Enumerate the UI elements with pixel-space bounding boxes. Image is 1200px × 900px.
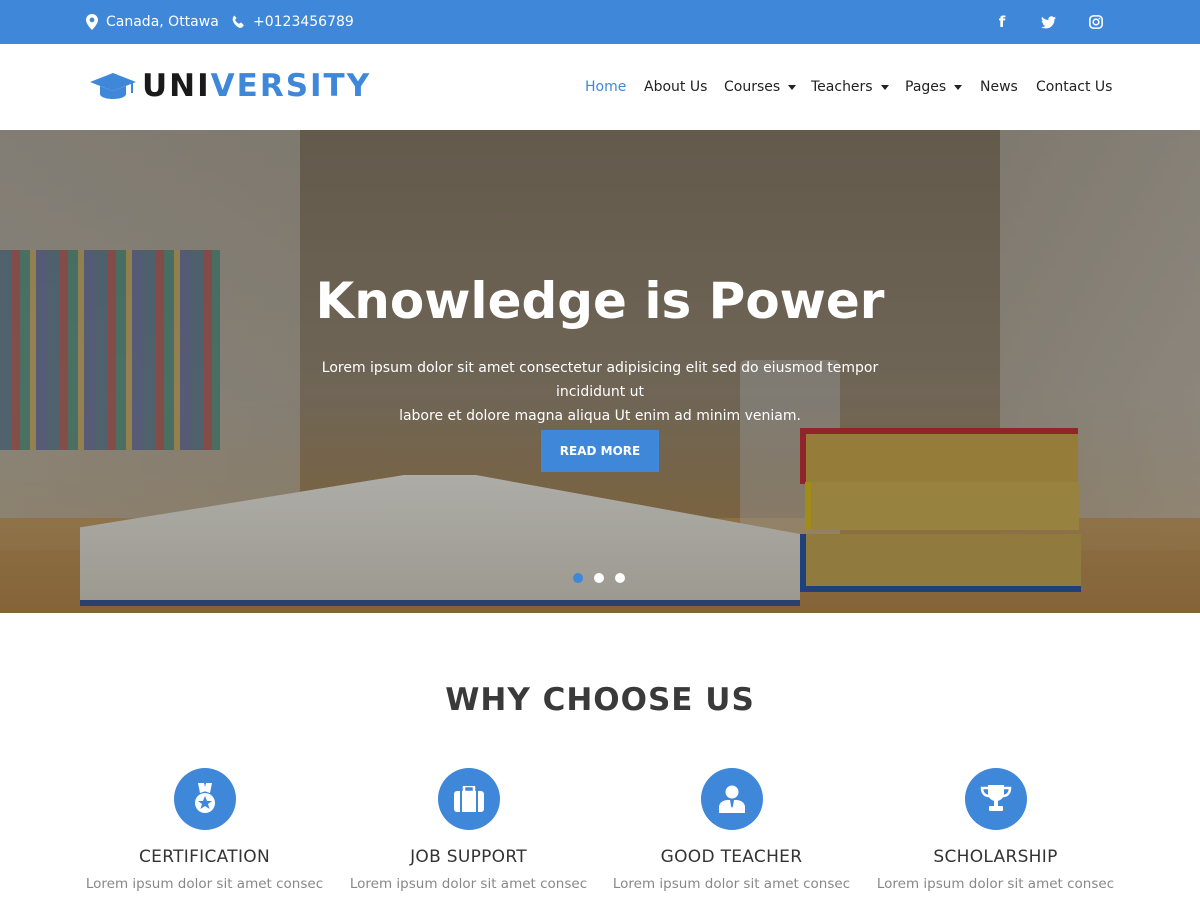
- logo-text-primary: UNI: [142, 68, 211, 104]
- nav-label: News: [980, 79, 1018, 95]
- feature-description: Lorem ipsum dolor sit amet consec: [612, 876, 851, 892]
- feature-title: CERTIFICATION: [139, 847, 270, 867]
- nav-teachers[interactable]: Teachers: [811, 44, 889, 130]
- facebook-icon: f: [998, 13, 1006, 31]
- feature-good-teacher: GOOD TEACHER Lorem ipsum dolor sit amet …: [600, 768, 863, 892]
- phone-info[interactable]: +0123456789: [231, 0, 354, 44]
- phone-text: +0123456789: [253, 14, 354, 30]
- feature-title: SCHOLARSHIP: [933, 847, 1058, 867]
- instagram-link[interactable]: [1084, 0, 1108, 44]
- site-header: UNI VERSITY Home About Us Courses Teacher…: [0, 44, 1200, 130]
- phone-icon: [232, 15, 244, 28]
- nav-contact-us[interactable]: Contact Us: [1036, 44, 1112, 130]
- medal-icon: [194, 783, 215, 813]
- feature-icon-circle: [437, 768, 500, 830]
- nav-label: Contact Us: [1036, 79, 1113, 95]
- feature-title: JOB SUPPORT: [410, 847, 527, 867]
- hero-title: Knowledge is Power: [315, 272, 885, 330]
- map-pin-icon: [86, 14, 98, 30]
- nav-about-us[interactable]: About Us: [644, 44, 707, 130]
- site-logo[interactable]: UNI VERSITY: [90, 66, 371, 106]
- feature-icon-circle: [964, 768, 1027, 830]
- hero-subtitle: Lorem ipsum dolor sit amet consectetur a…: [300, 356, 900, 428]
- slider-dot[interactable]: [573, 573, 583, 583]
- teacher-icon: [718, 785, 745, 813]
- chevron-down-icon: [788, 84, 797, 90]
- chevron-down-icon: [880, 84, 889, 90]
- feature-icon-circle: [173, 768, 236, 830]
- read-more-button[interactable]: READ MORE: [541, 430, 659, 472]
- hero-slider: Knowledge is Power Lorem ipsum dolor sit…: [0, 130, 1200, 613]
- top-bar: Canada, Ottawa +0123456789 f: [0, 0, 1200, 44]
- chevron-down-icon: [954, 84, 963, 90]
- location-text: Canada, Ottawa: [106, 14, 219, 30]
- feature-icon-circle: [700, 768, 763, 830]
- facebook-link[interactable]: f: [990, 0, 1014, 44]
- feature-description: Lorem ipsum dolor sit amet consec: [349, 876, 588, 892]
- hero-subtitle-line: labore et dolore magna aliqua Ut enim ad…: [399, 408, 801, 424]
- twitter-link[interactable]: [1036, 0, 1060, 44]
- feature-job-support: JOB SUPPORT Lorem ipsum dolor sit amet c…: [337, 768, 600, 892]
- twitter-icon: [1040, 15, 1056, 28]
- slider-pagination: [573, 573, 636, 583]
- feature-certification: CERTIFICATION Lorem ipsum dolor sit amet…: [73, 768, 336, 892]
- nav-label: Teachers: [811, 79, 873, 95]
- nav-pages[interactable]: Pages: [905, 44, 963, 130]
- nav-label: Home: [585, 79, 627, 95]
- nav-label: Pages: [905, 79, 947, 95]
- nav-label: Courses: [724, 79, 781, 95]
- nav-news[interactable]: News: [980, 44, 1018, 130]
- logo-text-accent: VERSITY: [210, 68, 372, 104]
- slider-dot[interactable]: [594, 573, 604, 583]
- nav-label: About Us: [644, 79, 708, 95]
- nav-home[interactable]: Home: [585, 44, 626, 130]
- location-info: Canada, Ottawa: [86, 0, 219, 44]
- feature-scholarship: SCHOLARSHIP Lorem ipsum dolor sit amet c…: [864, 768, 1127, 892]
- hero-subtitle-line: Lorem ipsum dolor sit amet consectetur a…: [321, 360, 879, 400]
- slider-dot[interactable]: [615, 573, 625, 583]
- section-title: WHY CHOOSE US: [445, 682, 755, 718]
- feature-description: Lorem ipsum dolor sit amet consec: [85, 876, 324, 892]
- graduation-cap-icon: [90, 73, 136, 99]
- feature-description: Lorem ipsum dolor sit amet consec: [876, 876, 1115, 892]
- feature-title: GOOD TEACHER: [660, 847, 803, 867]
- instagram-icon: [1089, 15, 1103, 29]
- trophy-icon: [980, 785, 1011, 811]
- briefcase-icon: [453, 786, 484, 812]
- nav-courses[interactable]: Courses: [724, 44, 797, 130]
